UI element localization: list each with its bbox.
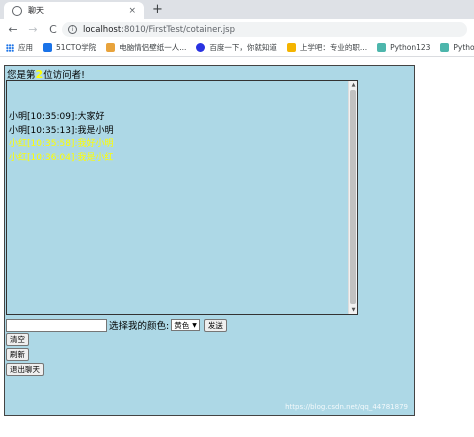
- clear-button[interactable]: 清空: [6, 333, 29, 346]
- refresh-button[interactable]: 刷新: [6, 348, 29, 361]
- chat-message: 小红[10:36:04]:我是小红: [9, 152, 114, 163]
- chat-message: 小红[10:35:58]:我好小明: [9, 139, 114, 149]
- color-label: 选择我的颜色:: [109, 321, 170, 332]
- globe-icon: [12, 5, 22, 16]
- chat-message: 小明[10:35:09]:大家好: [9, 112, 105, 122]
- paw-icon: [196, 43, 206, 52]
- chat-frame: 您是第2位访问者! 小明[10:35:09]:大家好 小明[10:35:13]:…: [4, 65, 415, 416]
- scroll-up-icon[interactable]: ▲: [350, 81, 357, 89]
- bookmark-51cto[interactable]: 51CTO学院: [43, 42, 96, 53]
- bookmark-label: 51CTO学院: [56, 43, 97, 52]
- url-path: :8010/FirstTest/cotainer.jsp: [121, 24, 236, 35]
- message-input-row: 选择我的颜色: 黄色 ▼ 发送: [6, 318, 227, 332]
- bookmark-icon: [440, 43, 450, 52]
- browser-toolbar: ← → C i localhost:8010/FirstTest/cotaine…: [0, 19, 474, 39]
- bookmarks-bar: 应用 51CTO学院 电脑情侣壁纸一人... 百度一下，你就知道 上学吧：专业的…: [0, 39, 474, 57]
- page-viewport: 您是第2位访问者! 小明[10:35:09]:大家好 小明[10:35:13]:…: [0, 58, 474, 437]
- new-tab-icon[interactable]: +: [152, 2, 163, 17]
- bookmark-label: Python123: [390, 43, 431, 52]
- bookmark-wallpaper[interactable]: 电脑情侣壁纸一人...: [106, 42, 186, 53]
- bookmark-python123[interactable]: Python123: [377, 43, 430, 52]
- message-input[interactable]: [6, 318, 107, 332]
- bookmark-icon: [43, 43, 52, 52]
- info-icon[interactable]: i: [68, 25, 77, 34]
- scroll-down-icon[interactable]: ▼: [350, 306, 357, 314]
- bookmark-baidu[interactable]: 百度一下，你就知道: [196, 42, 277, 53]
- bookmark-icon: [377, 43, 387, 52]
- bookmark-label: 上学吧：专业的职...: [299, 43, 368, 52]
- bookmark-apps[interactable]: 应用: [6, 42, 33, 53]
- bookmark-label: 应用: [18, 43, 33, 52]
- tab-title: 聊天: [28, 6, 44, 15]
- chevron-down-icon: ▼: [192, 321, 197, 329]
- message-list: 小明[10:35:09]:大家好 小明[10:35:13]:我是小明 小红[10…: [9, 111, 344, 165]
- back-icon[interactable]: ←: [6, 23, 20, 36]
- bookmark-shangxueba[interactable]: 上学吧：专业的职...: [286, 42, 368, 53]
- bookmark-python123-2[interactable]: Python123: [440, 43, 474, 52]
- watermark: https://blog.csdn.net/qq_44781879: [285, 403, 408, 411]
- forward-icon[interactable]: →: [26, 23, 40, 36]
- visitor-counter: 您是第2位访问者!: [7, 67, 85, 81]
- close-icon[interactable]: ×: [128, 6, 136, 16]
- url-host: localhost: [83, 24, 122, 35]
- message-box[interactable]: 小明[10:35:09]:大家好 小明[10:35:13]:我是小明 小红[10…: [6, 80, 358, 315]
- exit-chat-button[interactable]: 退出聊天: [6, 363, 44, 376]
- color-select[interactable]: 黄色 ▼: [171, 319, 200, 331]
- bookmark-label: 电脑情侣壁纸一人...: [119, 43, 187, 52]
- bookmark-icon: [286, 43, 296, 52]
- tab-strip: 聊天 × +: [0, 0, 474, 19]
- bookmark-label: 百度一下，你就知道: [209, 43, 277, 52]
- apps-grid-icon: [6, 43, 14, 52]
- vertical-scrollbar[interactable]: ▲ ▼: [348, 81, 357, 314]
- chat-message: 小明[10:35:13]:我是小明: [9, 125, 114, 136]
- send-button[interactable]: 发送: [203, 318, 227, 332]
- address-bar[interactable]: i localhost:8010/FirstTest/cotainer.jsp: [62, 22, 467, 37]
- browser-tab[interactable]: 聊天 ×: [4, 2, 144, 19]
- color-select-value: 黄色: [174, 320, 190, 330]
- reload-icon[interactable]: C: [46, 23, 60, 36]
- bookmark-icon: [106, 43, 116, 52]
- scroll-thumb[interactable]: [350, 90, 356, 304]
- bookmark-label: Python123: [453, 43, 474, 52]
